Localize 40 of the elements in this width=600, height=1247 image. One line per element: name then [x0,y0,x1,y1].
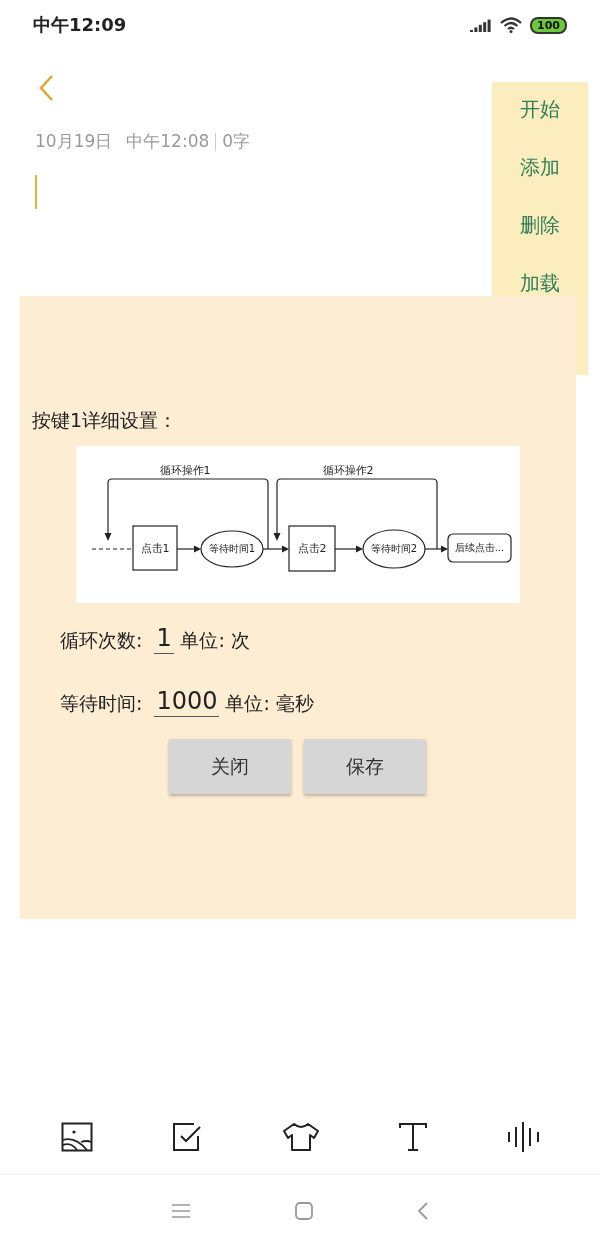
arrow [424,545,448,553]
dialog-title: 按键1详细设置： [31,408,179,433]
number-field[interactable]: 1 [154,623,175,654]
battery-indicator: 100 [530,16,567,34]
menu-item[interactable]: 开始 [520,98,560,120]
number-field[interactable]: 1000 [154,686,220,717]
dialog-button[interactable]: 关闭 [169,739,291,794]
dashed-line [91,548,134,550]
text-icon[interactable] [398,1122,429,1152]
unit-label: 单位: 次 [180,628,250,653]
menu-item[interactable]: 添加 [520,156,560,178]
box-node: 点击2 [288,525,336,572]
menu-item[interactable]: 删除 [520,214,560,236]
shirt-icon[interactable] [281,1122,320,1152]
checkbox-icon[interactable] [171,1122,204,1152]
field-label: 等待时间: [60,691,143,716]
field-label: 循环次数: [60,628,143,653]
ellipse-node: 等待时间2 [362,529,426,569]
note-time: 中午12:08 [126,130,210,153]
wifi-icon [500,17,523,33]
menu-item[interactable]: 加载 [520,272,560,294]
signal-icon [470,18,493,32]
arrow [176,545,201,553]
word-count: 0字 [222,130,251,153]
unit-label: 单位: 毫秒 [225,691,314,716]
waveform-icon[interactable] [506,1122,541,1152]
arrow [262,545,289,553]
text-cursor [35,175,37,209]
dialog-button[interactable]: 保存 [304,739,426,794]
arrow [334,545,363,553]
note-date: 10月19日 [35,130,113,153]
loop-label: 循环操作1 [159,464,211,477]
back-icon[interactable] [418,1202,428,1220]
box-node: 后续点击... [447,533,512,563]
status-time: 中午12:09 [33,13,127,37]
image-icon[interactable] [61,1122,94,1152]
home-icon[interactable] [295,1202,313,1220]
ellipse-node: 等待时间1 [200,530,264,568]
loop-label: 循环操作2 [322,464,374,477]
box-node: 点击1 [132,525,178,571]
